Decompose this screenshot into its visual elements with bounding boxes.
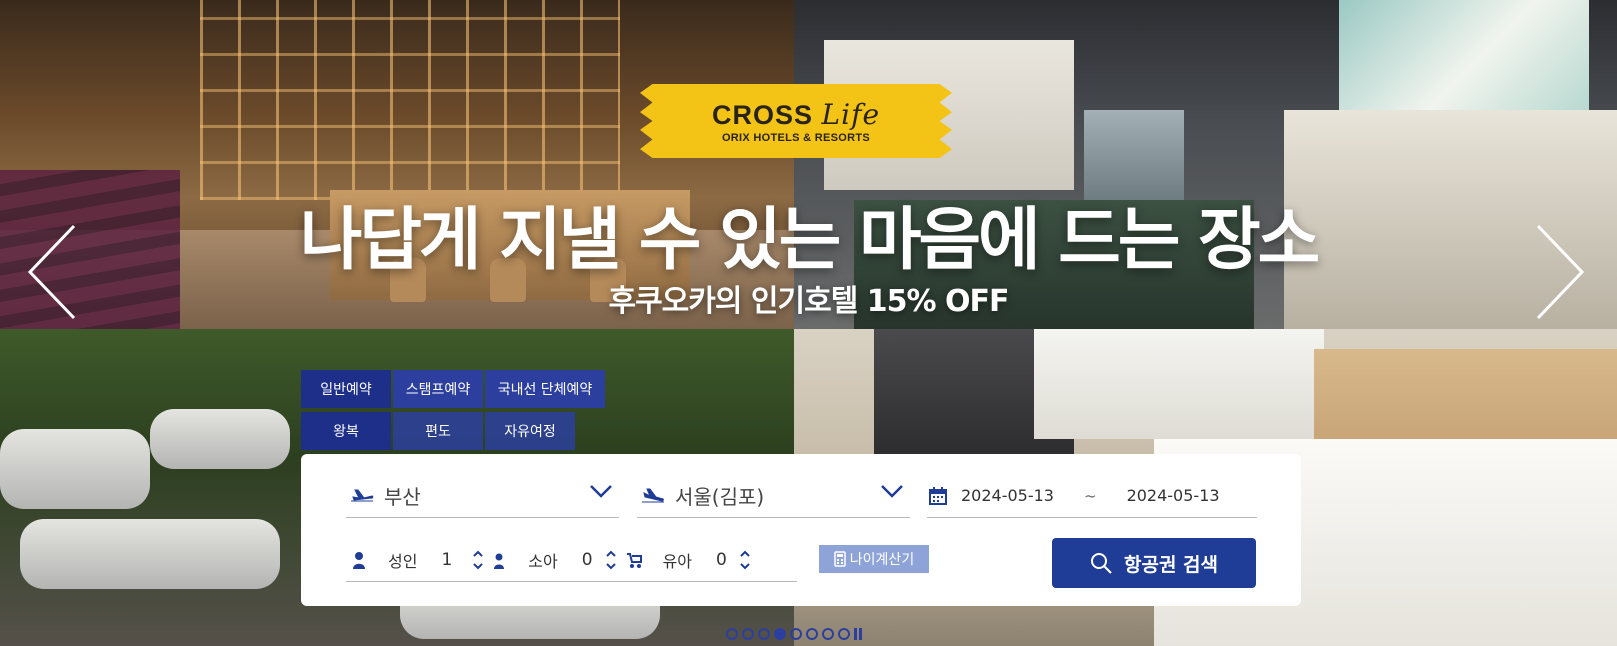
pause-icon[interactable]	[854, 628, 864, 640]
chevron-right-icon	[1536, 224, 1585, 320]
tab-group-booking[interactable]: 국내선 단체예약	[485, 370, 605, 408]
child-person-icon	[494, 553, 505, 569]
adult-label: 성인	[388, 551, 418, 571]
adult-person-icon	[353, 551, 365, 569]
child-count: 0	[581, 549, 593, 570]
hero-subline: 후쿠오카의 인기호텔 15% OFF	[608, 284, 1009, 319]
cross-life-logo: CROSS Life ORIX HOTELS & RESORTS	[640, 84, 952, 158]
chevron-down-icon	[881, 485, 903, 498]
slider-dot[interactable]	[790, 628, 802, 640]
calculator-icon	[834, 551, 846, 567]
date-to: 2024-05-13	[1126, 486, 1220, 505]
child-label: 소아	[528, 551, 558, 571]
date-separator: ~	[1083, 486, 1097, 505]
chevron-down-icon	[590, 485, 612, 498]
stroller-icon	[626, 552, 642, 568]
slider-dot[interactable]	[726, 628, 738, 640]
departure-select[interactable]: 부산	[346, 474, 619, 518]
slider-dot[interactable]	[758, 628, 770, 640]
slider-dot[interactable]	[838, 628, 850, 640]
passenger-selector: 성인 1 소아 0 유아 0	[346, 538, 797, 582]
slider-next-button[interactable]	[1532, 222, 1588, 322]
date-range-picker[interactable]: 2024-05-13 ~ 2024-05-13	[927, 474, 1257, 518]
logo-subtitle: ORIX HOTELS & RESORTS	[721, 132, 871, 144]
calendar-icon	[929, 486, 947, 505]
child-stepper[interactable]	[605, 549, 617, 571]
slider-dot[interactable]	[806, 628, 818, 640]
slider-dot[interactable]	[822, 628, 834, 640]
slider-dot[interactable]	[774, 628, 786, 640]
age-calculator-button[interactable]: 나이계산기	[819, 545, 929, 573]
logo-wordmark: CROSS Life	[711, 98, 881, 131]
slider-prev-button[interactable]	[24, 222, 80, 322]
plane-takeoff-icon	[351, 489, 374, 501]
infant-stepper[interactable]	[739, 549, 751, 571]
chevron-left-icon	[27, 224, 76, 320]
tab-round-trip[interactable]: 왕복	[301, 412, 391, 450]
arrival-select[interactable]: 서울(김포)	[637, 474, 910, 518]
slider-pagination	[726, 628, 864, 640]
adult-stepper[interactable]	[472, 549, 484, 571]
date-from: 2024-05-13	[961, 486, 1054, 505]
adult-count: 1	[441, 549, 453, 570]
tab-one-way[interactable]: 편도	[393, 412, 483, 450]
departure-city: 부산	[384, 485, 421, 509]
tab-general-booking[interactable]: 일반예약	[301, 370, 391, 408]
slider-dot[interactable]	[742, 628, 754, 640]
tab-multi-city[interactable]: 자유여정	[485, 412, 575, 450]
hero-banner: CROSS Life ORIX HOTELS & RESORTS 나답게 지낼 …	[0, 0, 1617, 646]
hero-headline: 나답게 지낼 수 있는 마음에 드는 장소	[299, 201, 1320, 280]
age-calculator-label: 나이계산기	[849, 552, 915, 568]
infant-label: 유아	[662, 551, 693, 571]
flight-search-button[interactable]: 항공권 검색	[1052, 538, 1256, 588]
tab-stamp-booking[interactable]: 스탬프예약	[393, 370, 483, 408]
plane-landing-icon	[642, 488, 664, 502]
arrival-city: 서울(김포)	[675, 485, 765, 509]
flight-search-panel: 부산 서울(김포) 2024-05-13 ~ 2024-05-13 성인 1 소…	[301, 454, 1301, 606]
infant-count: 0	[716, 549, 727, 570]
flight-search-label: 항공권 검색	[1123, 553, 1218, 576]
search-icon	[1090, 553, 1112, 574]
